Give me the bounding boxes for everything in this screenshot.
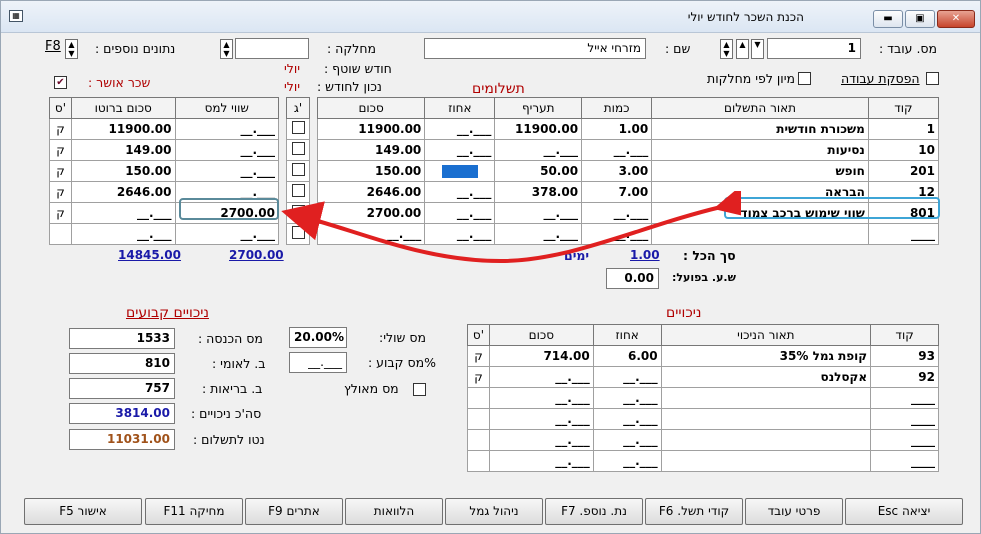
table-row[interactable]: __.___ __.___ ____	[467, 429, 939, 451]
approved-salary-checkbox[interactable]: ✔	[54, 76, 67, 89]
app-icon[interactable]: ▦	[9, 10, 23, 22]
name-label: שם :	[665, 41, 691, 56]
g-checkbox[interactable]	[291, 142, 305, 155]
income-tax-label: מס הכנסה :	[198, 331, 263, 346]
income-tax-field[interactable]: 1533	[69, 328, 175, 349]
approve-button[interactable]: אישור F5	[24, 498, 142, 525]
exit-button[interactable]: יציאה Esc	[845, 498, 963, 525]
table-row[interactable]: __.___ __.___ ____	[467, 408, 939, 430]
table-row[interactable]: __.___ __.___	[49, 223, 279, 245]
col-rate: תעריף	[494, 97, 583, 119]
employee-no-field[interactable]: 1	[767, 38, 861, 59]
extra-data-label: נתונים נוספים :	[95, 41, 176, 56]
credited-tax-checkbox[interactable]	[413, 383, 426, 396]
annotation-arrow	[281, 191, 741, 264]
alerts-button[interactable]: אתרים F9	[245, 498, 343, 525]
col-pct: אחוז	[424, 97, 496, 119]
tax-gross-table: ס' סכום ברוטו שווי למס ק 11900.00 __.___ ק…	[49, 97, 279, 245]
extra-data-key[interactable]: F8	[45, 39, 61, 54]
extra-data-button[interactable]: נת. נוספ. F7	[545, 498, 643, 525]
close-icon[interactable]: ✕	[937, 10, 975, 28]
prev-employee-icon[interactable]: ▲	[736, 39, 749, 59]
minimize-icon[interactable]: ▬	[873, 10, 903, 28]
employee-details-button[interactable]: פרטי עובד	[745, 498, 843, 525]
table-row[interactable]: 150.00 50.00 3.00 חופש 201	[316, 160, 940, 182]
selected-cell-highlight	[441, 165, 478, 178]
col-desc: תאור התשלום	[651, 97, 869, 119]
table-row[interactable]: 149.00 __.___ __.___ __.___ נסיעות 10	[316, 139, 940, 161]
deductions-table: ס' סכום אחוז תאור הניכוי קוד ק 714.00 6.00…	[467, 324, 939, 472]
row-801-highlight	[724, 197, 940, 219]
total-deductions-label: סה'כ ניכויים :	[191, 406, 262, 421]
correct-for-value: יולי	[284, 79, 301, 94]
national-ins-label: ב. לאומי :	[212, 356, 266, 371]
department-field[interactable]	[235, 38, 309, 59]
employee-no-label: מס. עובד :	[879, 41, 938, 56]
work-stop-label: הפסקת עבודה	[841, 71, 920, 86]
fixed-tax-label: %מס קבוע :	[368, 355, 436, 370]
actual-hours-label: ש.ע. בפועל:	[672, 271, 736, 284]
table-row[interactable]: __.___ __.___ ____	[467, 387, 939, 409]
payroll-window: ▦ הכנת השכר לחודש יולי ▬ ▣ ✕ מס. עובד : …	[0, 0, 981, 534]
department-spin-icon[interactable]: ▲ ▼	[220, 39, 233, 59]
credited-tax-label: מס מאולץ	[344, 381, 399, 396]
table-row[interactable]: ק 150.00 __.___	[49, 160, 279, 182]
payments-heading: תשלומים	[472, 81, 525, 97]
net-label: נטו לתשלום :	[193, 432, 265, 447]
col-qty: כמות	[581, 97, 653, 119]
col-s: ס'	[467, 324, 490, 346]
payment-codes-button[interactable]: קודי תשל. F6	[645, 498, 743, 525]
approved-salary-label: שכר אושר :	[88, 75, 151, 90]
next-employee-icon[interactable]: ▼	[751, 39, 764, 59]
col-pct: אחוז	[592, 324, 662, 346]
health-ins-label: ב. בריאות :	[202, 381, 263, 396]
work-stop-checkbox[interactable]	[926, 72, 939, 85]
total-deductions-field: 3814.00	[69, 403, 175, 424]
national-ins-field[interactable]: 810	[69, 353, 175, 374]
current-month-value: יולי	[284, 61, 301, 76]
fixed-deductions-heading: ניכויים קבועים	[126, 305, 209, 321]
table-row[interactable]: ק 149.00 __.___	[49, 139, 279, 161]
actual-hours-field[interactable]: 0.00	[606, 268, 659, 289]
net-field: 11031.00	[69, 429, 175, 450]
selected-pct-cell[interactable]	[424, 160, 496, 182]
title-bar: ▦ הכנת השכר לחודש יולי ▬ ▣ ✕	[1, 1, 980, 33]
sort-by-dept-label: מיון לפי מחלקות	[707, 71, 796, 86]
marginal-tax-field[interactable]: 20.00%	[289, 327, 347, 348]
department-label: מחלקה :	[327, 41, 376, 56]
correct-for-label: נכון לחודש :	[317, 79, 382, 94]
health-ins-field[interactable]: 757	[69, 378, 175, 399]
table-row[interactable]: ק __.___ __.___ אקסלנס 92	[467, 366, 939, 388]
deductions-heading: ניכויים	[666, 305, 702, 321]
fixed-tax-field[interactable]: __.___	[289, 352, 347, 373]
total-gross: 14845.00	[118, 248, 182, 262]
col-gross: סכום ברוטו	[70, 97, 176, 119]
table-row[interactable]: __.___ __.___ ____	[467, 450, 939, 472]
col-desc: תאור הניכוי	[660, 324, 872, 346]
table-row[interactable]: 11900.00 __.___ 11900.00 1.00 משכורת חודשית 1	[316, 118, 940, 140]
provident-button[interactable]: ניהול גמל	[445, 498, 543, 525]
col-tax-value: שווי למס	[174, 97, 279, 119]
table-row[interactable]: ק 714.00 6.00 קופת גמל 35% 93	[467, 345, 939, 367]
tax-value-highlight	[179, 198, 279, 220]
col-s: ס'	[49, 97, 72, 119]
table-row[interactable]: ק 11900.00 __.___	[49, 118, 279, 140]
sort-by-dept-checkbox[interactable]	[798, 72, 811, 85]
col-code: קוד	[867, 97, 940, 119]
maximize-icon[interactable]: ▣	[905, 10, 935, 28]
col-sum: סכום	[488, 324, 594, 346]
delete-button[interactable]: מחיקה F11	[145, 498, 243, 525]
g-checkbox[interactable]	[291, 121, 305, 134]
col-sum: סכום	[316, 97, 426, 119]
employee-name-field[interactable]: מזרחי אייל	[424, 38, 646, 59]
g-checkbox[interactable]	[291, 163, 305, 176]
marginal-tax-label: מס שולי:	[379, 330, 426, 345]
loans-button[interactable]: הלוואות	[345, 498, 443, 525]
current-month-label: חודש שוטף :	[324, 61, 392, 76]
col-code: קוד	[870, 324, 939, 346]
window-title: הכנת השכר לחודש יולי	[687, 10, 804, 24]
col-g: ג'	[286, 97, 310, 119]
employee-spin-icon[interactable]: ▲ ▼	[720, 39, 733, 59]
extra-data-spin-icon[interactable]: ▲ ▼	[65, 39, 78, 59]
